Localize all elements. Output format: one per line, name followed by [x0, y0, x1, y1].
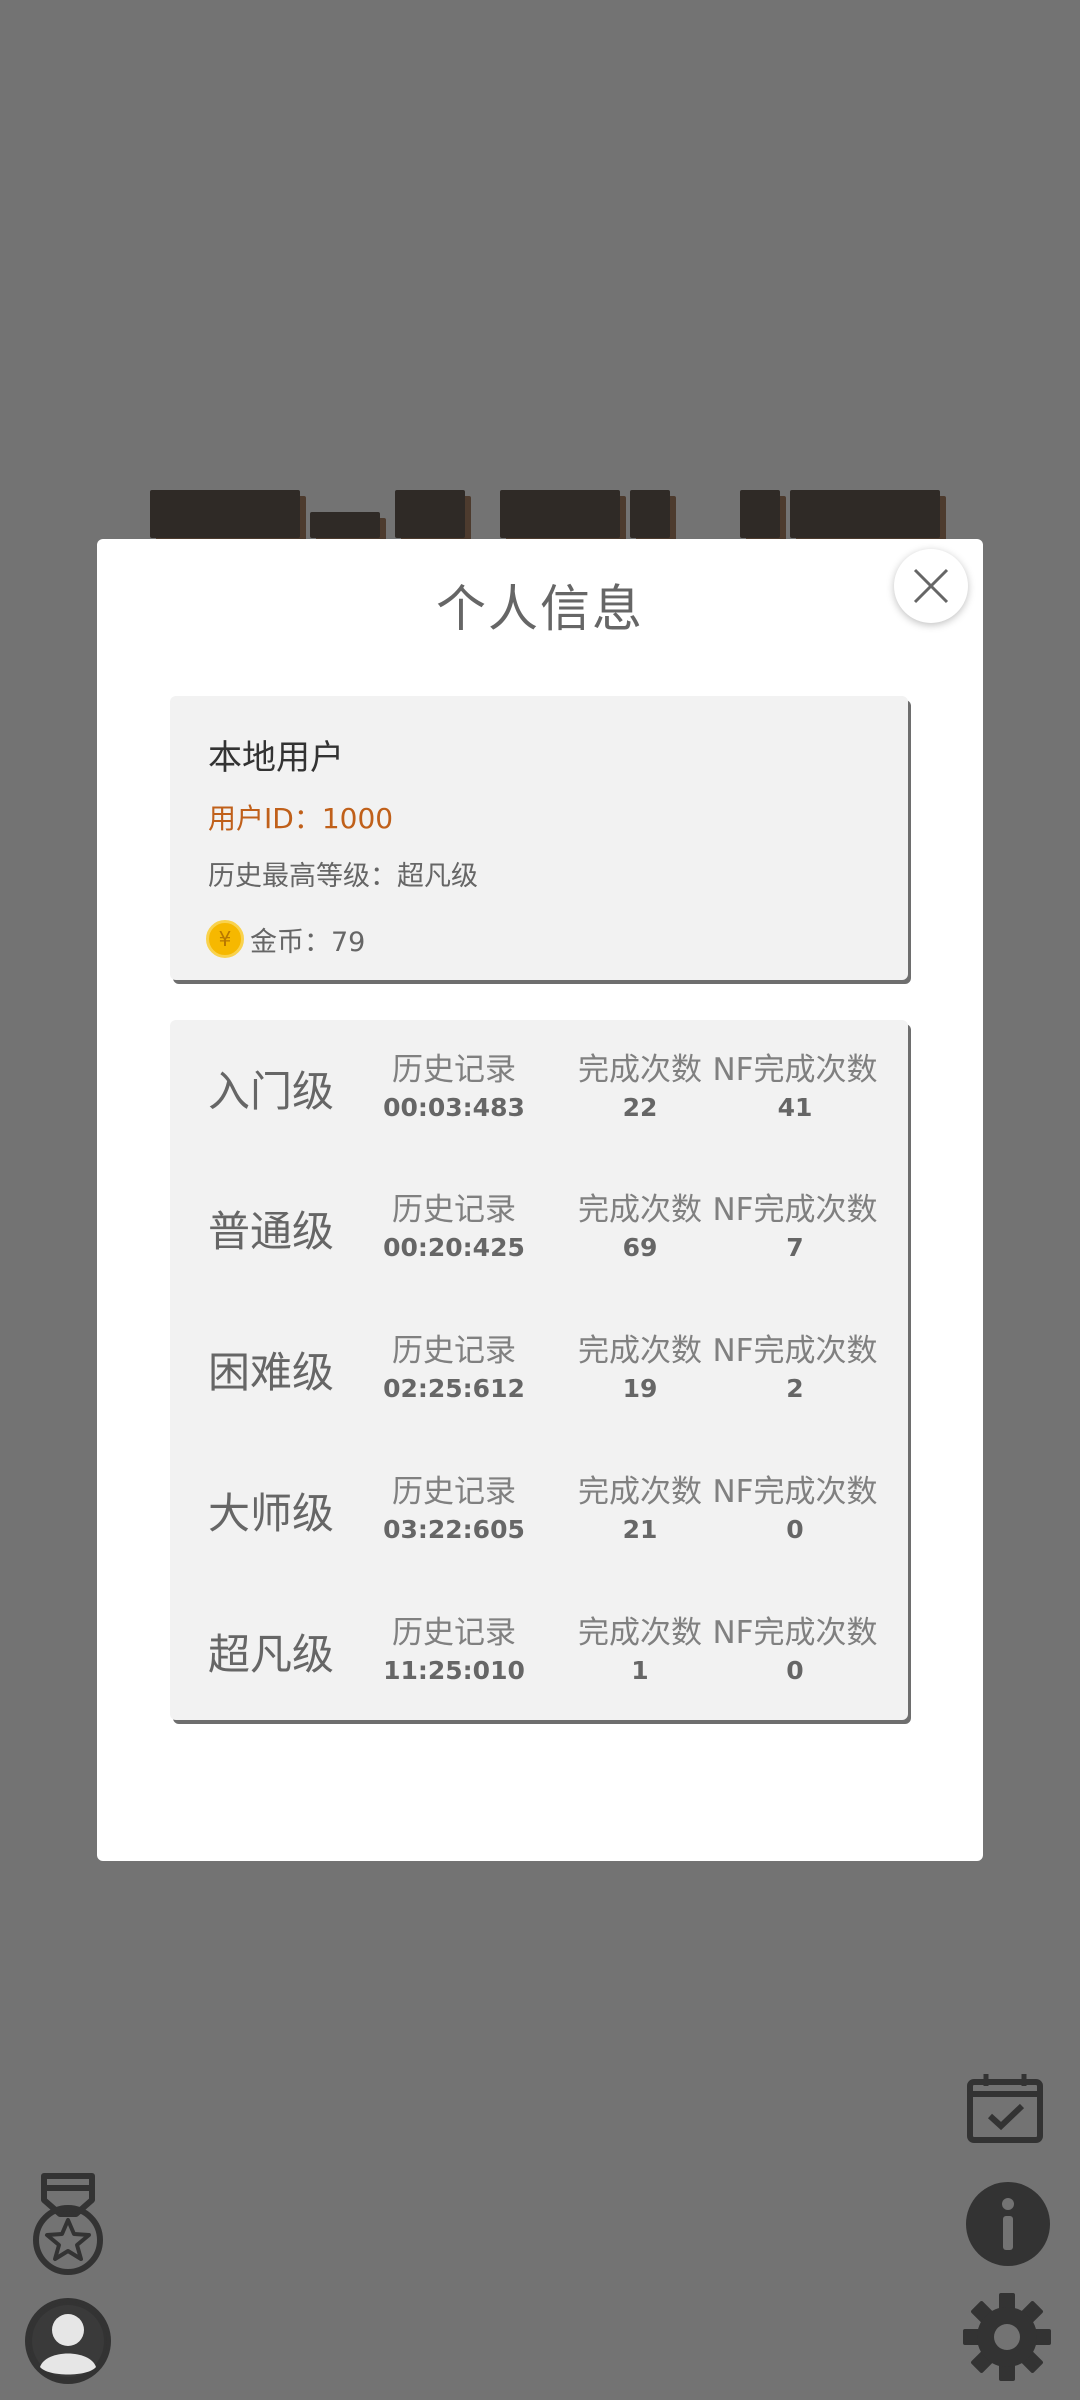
nf-completions-label: NF完成次数	[712, 1192, 878, 1228]
settings-button[interactable]	[962, 2292, 1052, 2382]
completions-value: 19	[622, 1374, 658, 1403]
nf-completions-value: 0	[786, 1515, 804, 1544]
record-column: 历史记录 00:03:483	[364, 1044, 544, 1122]
record-column: 历史记录 11:25:010	[364, 1607, 544, 1685]
completions-label: 完成次数	[578, 1474, 702, 1510]
daily-checkin-button[interactable]	[966, 2072, 1046, 2146]
record-column: 历史记录 00:20:425	[364, 1184, 544, 1262]
record-column: 历史记录 03:22:605	[364, 1466, 544, 1544]
personal-info-dialog: 个人信息 本地用户 用户ID：1000 历史最高等级：超凡级 ¥ 金币：79 入…	[97, 539, 983, 1861]
stat-row-transcendent: 超凡级 历史记录 11:25:010 完成次数 1 NF完成次数 0	[170, 1583, 908, 1723]
nf-completions-label: NF完成次数	[712, 1333, 878, 1369]
record-column: 历史记录 02:25:612	[364, 1325, 544, 1403]
medal-icon	[33, 2173, 103, 2275]
level-name: 超凡级	[208, 1630, 335, 1679]
highest-level: 历史最高等级：超凡级	[208, 861, 478, 892]
level-name: 入门级	[208, 1067, 335, 1116]
profile-button[interactable]	[24, 2297, 112, 2385]
info-button[interactable]	[964, 2180, 1052, 2268]
coin-label: 金币：79	[250, 926, 366, 958]
stat-row-beginner: 入门级 历史记录 00:03:483 完成次数 22 NF完成次数 41	[170, 1020, 908, 1160]
close-icon	[913, 568, 949, 604]
dialog-title: 个人信息	[436, 580, 644, 638]
nf-completions-column: NF完成次数 0	[705, 1607, 885, 1685]
nf-completions-label: NF完成次数	[712, 1052, 878, 1088]
background-game-title	[150, 490, 950, 540]
info-icon	[966, 2182, 1050, 2266]
stat-row-hard: 困难级 历史记录 02:25:612 完成次数 19 NF完成次数 2	[170, 1301, 908, 1441]
completions-value: 69	[622, 1233, 658, 1262]
completions-column: 完成次数 19	[550, 1325, 730, 1403]
close-button[interactable]	[894, 549, 968, 623]
record-value: 11:25:010	[383, 1656, 525, 1685]
nf-completions-column: NF完成次数 0	[705, 1466, 885, 1544]
nf-completions-label: NF完成次数	[712, 1474, 878, 1510]
level-name: 普通级	[208, 1207, 335, 1256]
record-label: 历史记录	[392, 1333, 516, 1369]
username: 本地用户	[208, 738, 344, 778]
stat-row-master: 大师级 历史记录 03:22:605 完成次数 21 NF完成次数 0	[170, 1442, 908, 1582]
record-value: 03:22:605	[383, 1515, 525, 1544]
nf-completions-value: 0	[786, 1656, 804, 1685]
record-value: 02:25:612	[383, 1374, 525, 1403]
record-value: 00:20:425	[383, 1233, 525, 1262]
completions-value: 22	[622, 1093, 658, 1122]
completions-column: 完成次数 21	[550, 1466, 730, 1544]
completions-label: 完成次数	[578, 1052, 702, 1088]
user-id: 用户ID：1000	[208, 802, 394, 835]
completions-column: 完成次数 69	[550, 1184, 730, 1262]
coin-icon: ¥	[206, 920, 244, 958]
stat-row-normal: 普通级 历史记录 00:20:425 完成次数 69 NF完成次数 7	[170, 1160, 908, 1300]
gear-icon	[963, 2293, 1051, 2381]
coin-balance: ¥ 金币：79	[206, 918, 365, 960]
record-label: 历史记录	[392, 1615, 516, 1651]
nf-completions-column: NF完成次数 41	[705, 1044, 885, 1122]
nf-completions-column: NF完成次数 2	[705, 1325, 885, 1403]
completions-column: 完成次数 1	[550, 1607, 730, 1685]
level-name: 大师级	[208, 1489, 335, 1538]
completions-label: 完成次数	[578, 1615, 702, 1651]
record-label: 历史记录	[392, 1192, 516, 1228]
completions-value: 1	[631, 1656, 649, 1685]
record-label: 历史记录	[392, 1474, 516, 1510]
calendar-check-icon	[967, 2074, 1043, 2143]
nf-completions-label: NF完成次数	[712, 1615, 878, 1651]
record-value: 00:03:483	[383, 1093, 525, 1122]
completions-label: 完成次数	[578, 1192, 702, 1228]
level-name: 困难级	[208, 1348, 335, 1397]
nf-completions-value: 41	[777, 1093, 813, 1122]
completions-column: 完成次数 22	[550, 1044, 730, 1122]
level-stats-card: 入门级 历史记录 00:03:483 完成次数 22 NF完成次数 41 普通级…	[170, 1020, 908, 1720]
nf-completions-column: NF完成次数 7	[705, 1184, 885, 1262]
profile-card: 本地用户 用户ID：1000 历史最高等级：超凡级 ¥ 金币：79	[170, 696, 908, 980]
user-avatar-icon	[25, 2298, 111, 2384]
nf-completions-value: 2	[786, 1374, 804, 1403]
record-label: 历史记录	[392, 1052, 516, 1088]
achievements-button[interactable]	[30, 2170, 106, 2278]
completions-label: 完成次数	[578, 1333, 702, 1369]
nf-completions-value: 7	[786, 1233, 804, 1262]
completions-value: 21	[622, 1515, 658, 1544]
